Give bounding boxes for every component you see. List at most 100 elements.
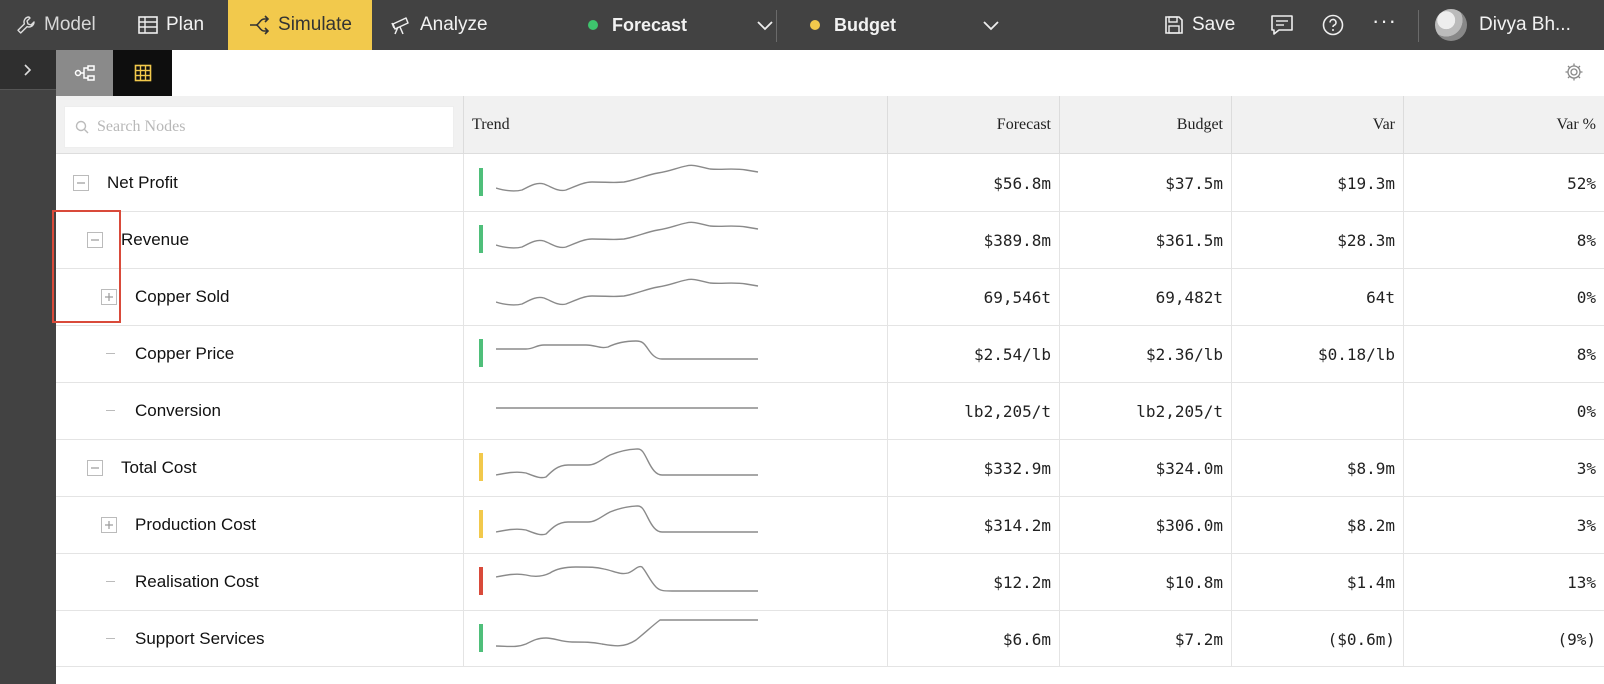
save-button[interactable]: Save xyxy=(1164,0,1235,50)
floppy-icon xyxy=(1164,15,1184,35)
leaf-marker xyxy=(106,638,115,639)
forecast-value: lb2,205/t xyxy=(888,382,1060,440)
sparkline-path xyxy=(496,448,758,479)
nav-model[interactable]: Model xyxy=(16,0,96,50)
sparkline xyxy=(496,505,758,536)
column-header-forecast[interactable]: Forecast xyxy=(888,96,1060,154)
column-header-trend[interactable]: Trend xyxy=(464,96,888,154)
status-indicator xyxy=(479,510,483,538)
more-label: ··· xyxy=(1372,8,1397,33)
collapse-icon[interactable] xyxy=(87,232,103,248)
telescope-icon xyxy=(390,15,412,35)
trend-cell xyxy=(464,325,888,383)
sparkline-path xyxy=(496,505,758,536)
column-header-label: Var % xyxy=(1556,116,1596,133)
node-name-cell: Net Profit xyxy=(56,154,464,212)
budget-value: $324.0m xyxy=(1060,439,1232,497)
column-header-budget[interactable]: Budget xyxy=(1060,96,1232,154)
node-name[interactable]: Total Cost xyxy=(121,458,197,478)
sparkline xyxy=(496,164,759,192)
variance-percent: 3% xyxy=(1576,515,1596,535)
collapse-icon[interactable] xyxy=(73,175,89,191)
variance-percent: 0% xyxy=(1576,401,1596,421)
node-name-cell: Copper Sold xyxy=(56,268,464,326)
table-icon xyxy=(138,16,158,34)
settings-button[interactable] xyxy=(1564,62,1584,87)
node-name[interactable]: Production Cost xyxy=(135,515,256,535)
table-row[interactable]: Realisation Cost $12.2m $10.8m $1.4m 13% xyxy=(56,553,1604,611)
gear-icon xyxy=(1565,63,1583,81)
trend-cell xyxy=(464,610,888,668)
save-label: Save xyxy=(1192,14,1236,35)
status-indicator xyxy=(479,624,483,652)
tree-view-toggle[interactable] xyxy=(56,50,113,96)
node-name[interactable]: Conversion xyxy=(135,401,221,421)
forecast-value: $389.8m xyxy=(888,211,1060,269)
expand-icon[interactable] xyxy=(101,289,117,305)
variance-value: $8.9m xyxy=(1232,439,1404,497)
table-row[interactable]: Conversion lb2,205/t lb2,205/t 0% xyxy=(56,382,1604,440)
comments-button[interactable] xyxy=(1270,0,1294,50)
grid-view-toggle[interactable] xyxy=(113,50,172,96)
search-box[interactable] xyxy=(64,106,454,148)
sparkline xyxy=(496,619,758,648)
node-name[interactable]: Net Profit xyxy=(107,173,178,193)
trend-cell xyxy=(464,154,888,212)
column-header-var-pct[interactable]: Var % xyxy=(1404,96,1604,154)
chevron-down-icon[interactable] xyxy=(756,0,774,50)
help-button[interactable] xyxy=(1322,0,1344,50)
node-name[interactable]: Revenue xyxy=(121,230,189,250)
table-row[interactable]: Production Cost $314.2m $306.0m $8.2m 3% xyxy=(56,496,1604,554)
column-header-label: Trend xyxy=(472,116,510,133)
collapse-icon[interactable] xyxy=(87,460,103,476)
table-row[interactable]: Revenue $389.8m $361.5m $28.3m 8% xyxy=(56,211,1604,269)
forecast-value: $332.9m xyxy=(888,439,1060,497)
grid-header: Trend Forecast Budget Var Var % xyxy=(56,96,1604,154)
scenario-forecast-select[interactable]: Forecast xyxy=(588,0,687,50)
user-menu[interactable]: Divya Bh... xyxy=(1435,0,1571,50)
table-row[interactable]: Support Services $6.6m $7.2m ($0.6m) (9%) xyxy=(56,610,1604,668)
node-name[interactable]: Realisation Cost xyxy=(135,572,259,592)
expand-sidebar-button[interactable] xyxy=(0,50,56,90)
nav-analyze[interactable]: Analyze xyxy=(390,0,488,50)
sparkline xyxy=(496,278,759,306)
variance-percent: 3% xyxy=(1576,458,1596,478)
sparkline-path xyxy=(496,565,758,592)
node-name[interactable]: Copper Price xyxy=(135,344,234,364)
budget-value: 69,482t xyxy=(1060,268,1232,326)
search-input[interactable] xyxy=(97,118,437,136)
column-header-var[interactable]: Var xyxy=(1232,96,1404,154)
status-indicator xyxy=(479,567,483,595)
table-row[interactable]: Copper Sold 69,546t 69,482t 64t 0% xyxy=(56,268,1604,326)
divider xyxy=(1418,10,1419,42)
node-name-cell: Total Cost xyxy=(56,439,464,497)
variance-value: ($0.6m) xyxy=(1232,610,1404,668)
leaf-marker xyxy=(106,410,115,411)
budget-value: lb2,205/t xyxy=(1060,382,1232,440)
more-options-button[interactable]: ··· xyxy=(1372,0,1397,46)
variance-percent: 8% xyxy=(1576,230,1596,250)
chevron-down-icon[interactable] xyxy=(982,0,1000,50)
scenario-budget-select[interactable]: Budget xyxy=(810,0,896,50)
status-indicator xyxy=(479,453,483,481)
nav-plan-label: Plan xyxy=(166,14,205,35)
sparkline-path xyxy=(496,340,758,360)
nav-plan[interactable]: Plan xyxy=(138,0,204,50)
sparkline xyxy=(496,340,758,360)
variance-value: 64t xyxy=(1232,268,1404,326)
node-name-cell: Copper Price xyxy=(56,325,464,383)
node-name-cell: Conversion xyxy=(56,382,464,440)
table-row[interactable]: Net Profit $56.8m $37.5m $19.3m 52% xyxy=(56,154,1604,212)
nav-simulate[interactable]: Simulate xyxy=(228,0,372,50)
node-name[interactable]: Support Services xyxy=(135,629,264,649)
table-row[interactable]: Total Cost $332.9m $324.0m $8.9m 3% xyxy=(56,439,1604,497)
expand-icon[interactable] xyxy=(101,517,117,533)
trend-cell xyxy=(464,382,888,440)
forecast-value: 69,546t xyxy=(888,268,1060,326)
status-indicator xyxy=(479,168,483,196)
table-row[interactable]: Copper Price $2.54/lb $2.36/lb $0.18/lb 8% xyxy=(56,325,1604,383)
hierarchy-icon xyxy=(74,65,95,81)
left-rail xyxy=(0,50,56,684)
node-name[interactable]: Copper Sold xyxy=(135,287,230,307)
sparkline xyxy=(496,221,759,249)
